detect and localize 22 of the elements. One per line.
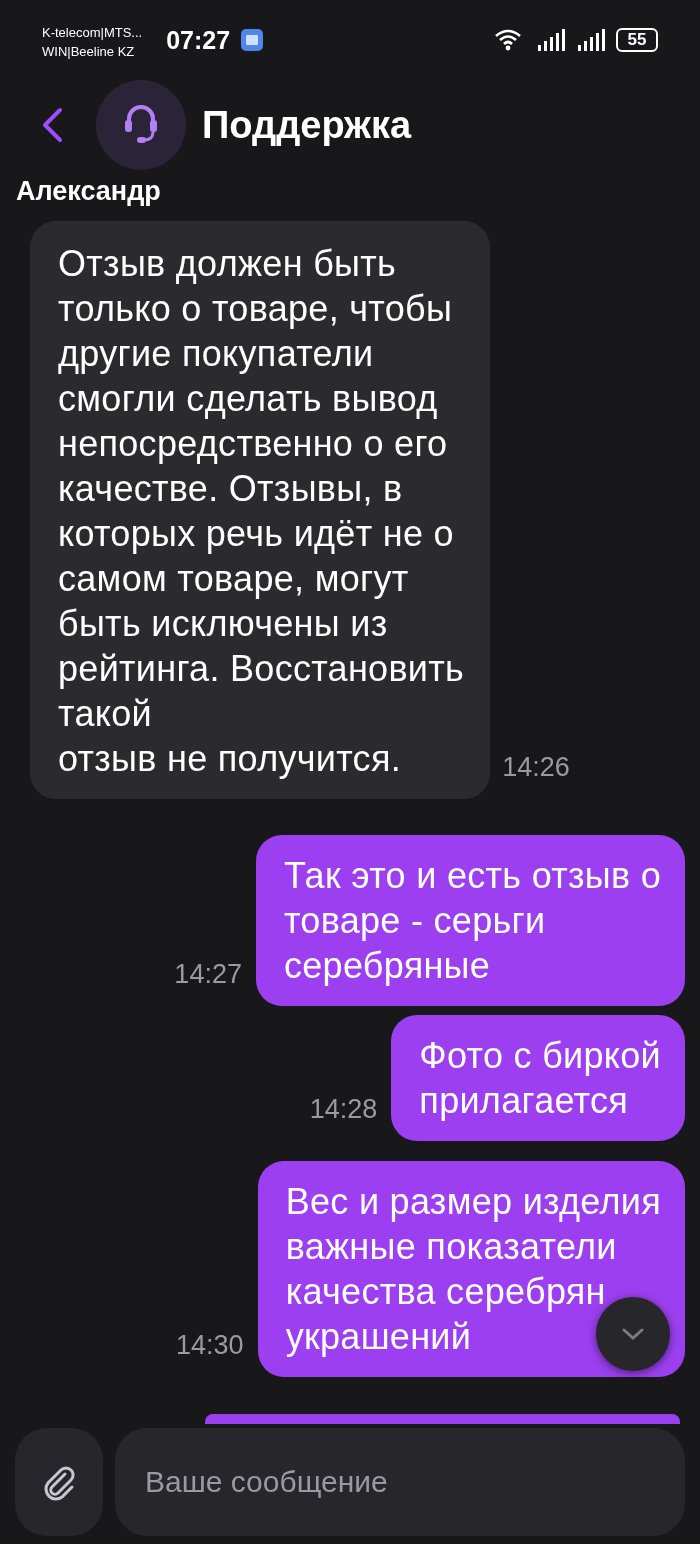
signal-icon xyxy=(576,28,606,52)
message-time: 14:28 xyxy=(309,1094,378,1125)
carrier-name: K-telecom|MTS... xyxy=(42,24,143,42)
message-time: 14:26 xyxy=(502,752,570,783)
notification-icon xyxy=(240,28,265,52)
clock: 07:27 xyxy=(166,25,231,55)
message-input[interactable]: Ваше сообщение xyxy=(115,1428,685,1536)
message-bubble: Вес и размер изделия важные показатели качества серебрян украшений xyxy=(257,1161,685,1377)
back-button[interactable] xyxy=(40,107,64,143)
carrier-name: WIN|Beeline KZ xyxy=(42,43,136,61)
attach-button[interactable] xyxy=(15,1428,103,1536)
message-time: 14:27 xyxy=(174,959,242,990)
signal-icon xyxy=(536,28,566,52)
headset-icon xyxy=(124,104,158,146)
chevron-down-icon xyxy=(621,1327,645,1341)
message-bubble: Отзыв должен быть только о товаре, чтобы другие покупатели смогли сделать вывод непосредственно о его качестве. Отзывы, в которых речь идёт не о самом товаре, могут быть исключены из рейтинга. Восстановить такой отзыв не получится. xyxy=(30,221,491,799)
message-bubble: Фото с биркой прилагается xyxy=(391,1015,685,1141)
message-time: 14:30 xyxy=(176,1330,244,1361)
message-bubble: Так это и есть отзыв о товаре - серьги серебряные xyxy=(255,835,685,1006)
sender-name: Александр xyxy=(15,176,161,207)
chat-title: Поддержка xyxy=(202,103,412,147)
battery-indicator: 55 xyxy=(616,28,658,52)
